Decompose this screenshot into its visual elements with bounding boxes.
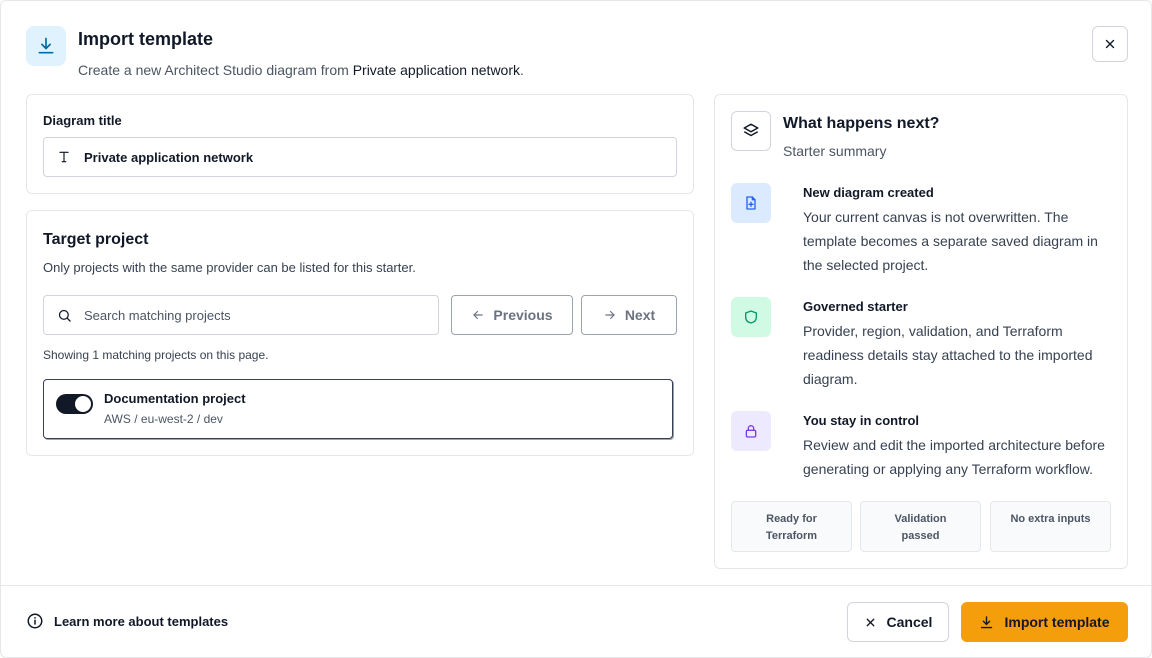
next-panel-subtitle: Starter summary xyxy=(783,143,887,159)
lock-icon xyxy=(731,411,771,451)
dialog-subtitle: Create a new Architect Studio diagram fr… xyxy=(78,62,524,78)
cancel-label: Cancel xyxy=(886,614,933,630)
step-title-stay-in-control: You stay in control xyxy=(803,413,920,428)
target-project-card: Target project Only projects with the sa… xyxy=(26,210,694,456)
learn-more-label: Learn more about templates xyxy=(54,613,229,629)
project-name: Documentation project xyxy=(104,391,246,406)
layers-icon xyxy=(731,111,771,151)
project-search-input[interactable] xyxy=(84,307,424,323)
search-icon xyxy=(44,308,84,323)
project-option[interactable]: Documentation project AWS / eu-west-2 / … xyxy=(43,379,673,439)
project-select-toggle[interactable] xyxy=(56,394,93,414)
diagram-title-value: Private application network xyxy=(84,149,254,165)
diagram-title-label: Diagram title xyxy=(43,113,122,128)
showing-count: Showing 1 matching projects on this page… xyxy=(43,348,269,362)
target-project-description: Only projects with the same provider can… xyxy=(43,260,416,275)
dialog-title: Import template xyxy=(78,29,214,49)
footer-divider xyxy=(1,585,1151,586)
file-plus-icon xyxy=(731,183,771,223)
what-happens-next-panel: What happens next? Starter summary New d… xyxy=(714,94,1128,569)
previous-page-button[interactable]: Previous xyxy=(451,295,573,335)
step-body-governed-starter: Provider, region, validation, and Terraf… xyxy=(803,323,1093,387)
step-body-new-diagram: Your current canvas is not overwritten. … xyxy=(803,209,1098,273)
import-template-dialog: Import template Create a new Architect S… xyxy=(0,0,1152,658)
badge-no-extra-inputs: No extra inputs xyxy=(990,501,1111,552)
download-icon xyxy=(26,26,66,66)
subtitle-suffix: . xyxy=(520,62,524,78)
close-icon xyxy=(1105,39,1115,49)
next-page-button[interactable]: Next xyxy=(581,295,677,335)
previous-label: Previous xyxy=(493,307,553,323)
cancel-button[interactable]: Cancel xyxy=(847,602,949,642)
next-panel-title: What happens next? xyxy=(783,115,940,132)
badge-validation-passed: Validation passed xyxy=(860,501,981,552)
step-title-new-diagram: New diagram created xyxy=(803,185,934,200)
subtitle-prefix: Create a new Architect Studio diagram fr… xyxy=(78,62,349,78)
arrow-left-icon xyxy=(473,310,484,320)
next-label: Next xyxy=(624,307,656,323)
subtitle-template-name: Private application network xyxy=(352,62,520,78)
close-button[interactable] xyxy=(1092,26,1128,62)
close-icon xyxy=(866,618,874,626)
import-label: Import template xyxy=(1004,614,1110,630)
step-body-stay-in-control: Review and edit the imported architectur… xyxy=(803,437,1105,477)
target-project-heading: Target project xyxy=(43,231,149,248)
shield-icon xyxy=(731,297,771,337)
info-icon xyxy=(27,613,43,629)
step-title-governed-starter: Governed starter xyxy=(803,299,908,314)
import-template-button[interactable]: Import template xyxy=(961,602,1128,642)
project-search[interactable] xyxy=(43,295,439,335)
badge-ready-for-terraform: Ready for Terraform xyxy=(731,501,852,552)
project-meta: AWS / eu-west-2 / dev xyxy=(104,412,223,426)
diagram-title-input[interactable]: Private application network xyxy=(43,137,677,177)
text-type-icon xyxy=(44,150,84,164)
download-icon xyxy=(981,615,993,628)
diagram-title-card: Diagram title Private application networ… xyxy=(26,94,694,194)
arrow-right-icon xyxy=(605,310,615,320)
learn-more-link[interactable]: Learn more about templates xyxy=(26,612,228,630)
